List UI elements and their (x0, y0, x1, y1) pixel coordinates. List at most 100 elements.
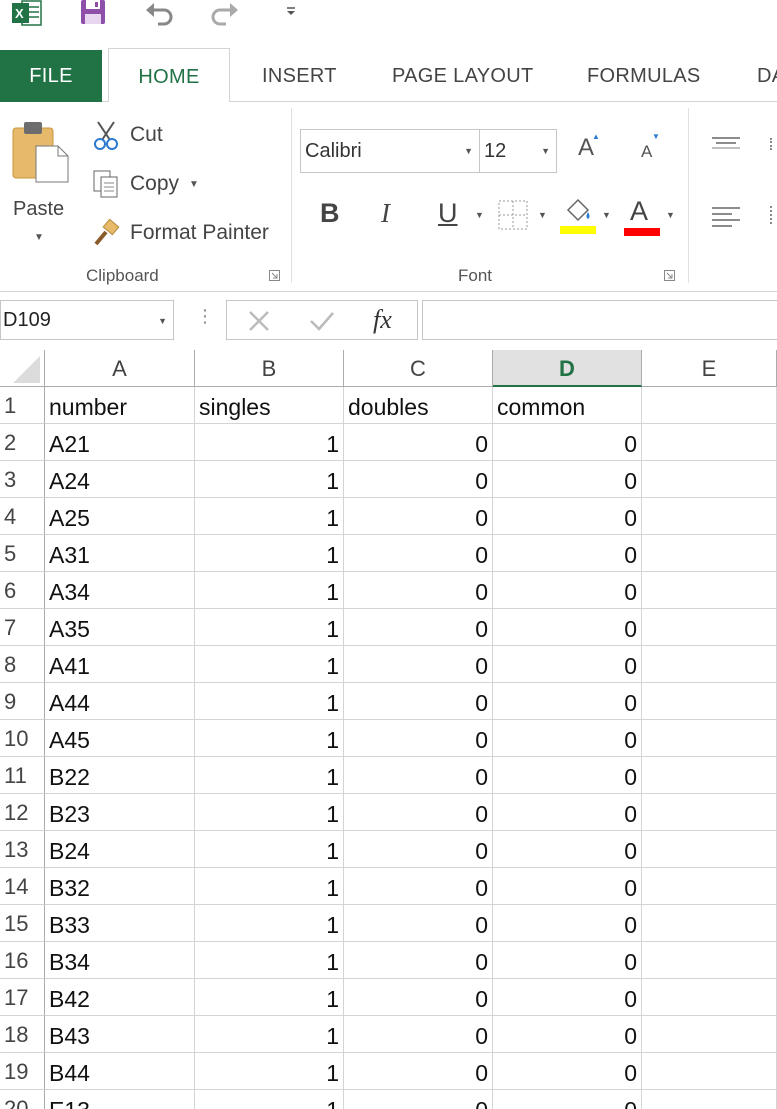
cell-d[interactable]: 0 (493, 831, 642, 868)
cell-e[interactable] (642, 868, 777, 905)
middle-align-icon[interactable] (770, 138, 777, 150)
cell-b[interactable]: 1 (195, 572, 344, 609)
copy-dropdown-icon[interactable]: ▼ (189, 179, 199, 190)
font-name-select[interactable]: Calibri ▼ (300, 129, 480, 173)
cell-d[interactable]: 0 (493, 646, 642, 683)
cell-e[interactable] (642, 461, 777, 498)
save-icon[interactable] (80, 0, 106, 26)
column-header-d[interactable]: D (493, 350, 642, 387)
row-header[interactable]: 11 (0, 757, 45, 794)
cell-e[interactable] (642, 498, 777, 535)
cell-d[interactable]: 0 (493, 683, 642, 720)
cell-b[interactable]: 1 (195, 942, 344, 979)
fill-color-dropdown-icon[interactable]: ▼ (602, 210, 611, 220)
cell-e[interactable] (642, 831, 777, 868)
cell-e[interactable] (642, 683, 777, 720)
font-size-select[interactable]: 12 ▼ (479, 129, 557, 173)
undo-icon[interactable] (144, 0, 174, 28)
cell-b[interactable]: 1 (195, 1090, 344, 1109)
cell-d[interactable]: 0 (493, 498, 642, 535)
cell-b[interactable]: singles (195, 387, 344, 424)
cell-d[interactable]: 0 (493, 424, 642, 461)
cell-e[interactable] (642, 646, 777, 683)
cell-a[interactable]: A24 (45, 461, 195, 498)
select-all-button[interactable] (0, 350, 45, 387)
row-header[interactable]: 5 (0, 535, 45, 572)
tab-file[interactable]: FILE (0, 50, 102, 102)
cell-d[interactable]: 0 (493, 905, 642, 942)
cell-a[interactable]: B23 (45, 794, 195, 831)
cell-b[interactable]: 1 (195, 794, 344, 831)
row-header[interactable]: 8 (0, 646, 45, 683)
cell-c[interactable]: 0 (344, 979, 493, 1016)
column-header-a[interactable]: A (45, 350, 195, 387)
cell-d[interactable]: 0 (493, 720, 642, 757)
row-header[interactable]: 17 (0, 979, 45, 1016)
cell-c[interactable]: 0 (344, 461, 493, 498)
paste-dropdown-icon[interactable]: ▼ (34, 232, 44, 243)
cell-d[interactable]: 0 (493, 535, 642, 572)
cell-c[interactable]: 0 (344, 535, 493, 572)
cell-b[interactable]: 1 (195, 831, 344, 868)
cell-d[interactable]: 0 (493, 572, 642, 609)
cell-e[interactable] (642, 1016, 777, 1053)
cell-c[interactable]: 0 (344, 609, 493, 646)
cell-c[interactable]: doubles (344, 387, 493, 424)
center-align-icon[interactable] (770, 206, 777, 224)
cell-a[interactable]: B22 (45, 757, 195, 794)
cell-a[interactable]: B42 (45, 979, 195, 1016)
cell-c[interactable]: 0 (344, 498, 493, 535)
tab-data[interactable]: DA (757, 48, 777, 102)
italic-button[interactable]: I (381, 198, 390, 229)
tab-formulas[interactable]: FORMULAS (587, 48, 701, 102)
cell-e[interactable] (642, 942, 777, 979)
cell-a[interactable]: A31 (45, 535, 195, 572)
cell-b[interactable]: 1 (195, 868, 344, 905)
cell-c[interactable]: 0 (344, 868, 493, 905)
row-header[interactable]: 1 (0, 387, 45, 424)
bold-button[interactable]: B (320, 198, 340, 229)
cell-a[interactable]: A44 (45, 683, 195, 720)
fill-color-icon[interactable] (560, 196, 598, 234)
cell-a[interactable]: A41 (45, 646, 195, 683)
cell-c[interactable]: 0 (344, 942, 493, 979)
row-header[interactable]: 9 (0, 683, 45, 720)
cell-a[interactable]: A21 (45, 424, 195, 461)
column-header-c[interactable]: C (344, 350, 493, 387)
cell-a[interactable]: E13 (45, 1090, 195, 1109)
cell-e[interactable] (642, 387, 777, 424)
cell-b[interactable]: 1 (195, 646, 344, 683)
cell-e[interactable] (642, 535, 777, 572)
row-header[interactable]: 19 (0, 1053, 45, 1090)
row-header[interactable]: 2 (0, 424, 45, 461)
cell-b[interactable]: 1 (195, 905, 344, 942)
copy-button[interactable]: Copy ▼ (92, 167, 199, 201)
cell-c[interactable]: 0 (344, 572, 493, 609)
enter-icon[interactable] (309, 309, 335, 333)
row-header[interactable]: 20 (0, 1090, 45, 1109)
row-header[interactable]: 16 (0, 942, 45, 979)
cell-c[interactable]: 0 (344, 831, 493, 868)
cell-e[interactable] (642, 1053, 777, 1090)
cell-a[interactable]: B44 (45, 1053, 195, 1090)
cell-a[interactable]: A45 (45, 720, 195, 757)
name-box[interactable]: D109 ▼ (0, 300, 174, 340)
row-header[interactable]: 10 (0, 720, 45, 757)
cell-a[interactable]: B33 (45, 905, 195, 942)
cell-b[interactable]: 1 (195, 757, 344, 794)
tab-page-layout[interactable]: PAGE LAYOUT (392, 48, 533, 102)
cell-d[interactable]: 0 (493, 1016, 642, 1053)
column-header-b[interactable]: B (195, 350, 344, 387)
cell-b[interactable]: 1 (195, 979, 344, 1016)
cell-a[interactable]: B43 (45, 1016, 195, 1053)
cell-a[interactable]: A34 (45, 572, 195, 609)
font-color-dropdown-icon[interactable]: ▼ (666, 210, 675, 220)
cell-e[interactable] (642, 609, 777, 646)
font-color-button[interactable]: A (630, 196, 648, 227)
cell-c[interactable]: 0 (344, 1053, 493, 1090)
tab-insert[interactable]: INSERT (262, 48, 337, 102)
borders-icon[interactable] (498, 200, 528, 230)
cell-d[interactable]: 0 (493, 461, 642, 498)
cell-c[interactable]: 0 (344, 424, 493, 461)
row-header[interactable]: 14 (0, 868, 45, 905)
